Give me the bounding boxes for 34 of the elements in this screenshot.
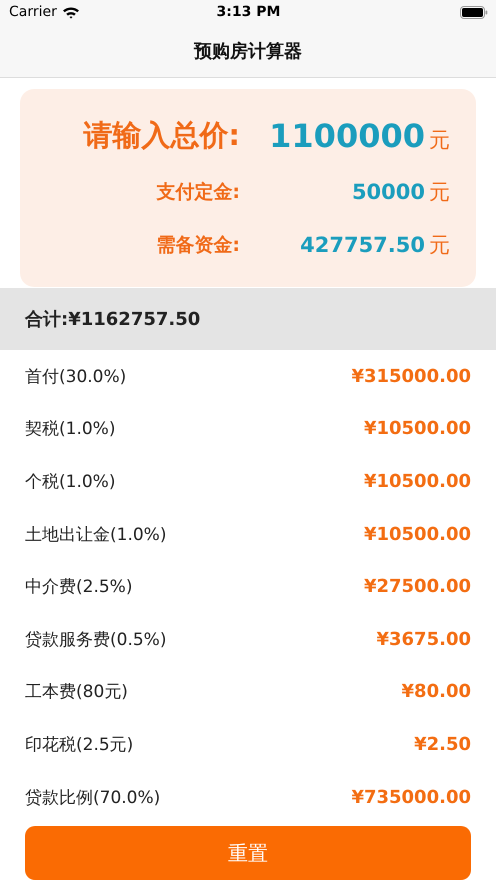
fee-amount: ¥315000.00 — [351, 366, 471, 387]
fee-label: 契税(1.0%) — [25, 418, 116, 440]
total-text: 合计:¥1162757.50 — [25, 308, 200, 331]
screen-title: 预购房计算器 — [194, 40, 302, 62]
unit-label: 元 — [429, 178, 450, 206]
summary-label: 支付定金: — [155, 180, 240, 204]
unit-label: 元 — [429, 232, 450, 258]
summary-value: 50000 — [352, 180, 425, 204]
battery-icon — [460, 6, 488, 18]
summary-label: 请输入总价: — [82, 117, 240, 154]
summary-label: 需备资金: — [155, 232, 240, 258]
fee-amount: ¥3675.00 — [376, 628, 471, 650]
fee-label: 贷款比例(70.0%) — [25, 786, 160, 809]
fee-amount: ¥10500.00 — [364, 470, 471, 492]
unit-label: 元 — [429, 127, 450, 154]
fee-amount: ¥735000.00 — [351, 786, 471, 808]
total-price-input[interactable]: 1100000 — [269, 117, 425, 155]
fee-label: 贷款服务费(0.5%) — [25, 628, 166, 651]
fee-label: 首付(30.0%) — [25, 366, 126, 388]
fee-label: 工本费(80元) — [25, 681, 128, 704]
carrier-label: Carrier — [9, 4, 57, 20]
reset-button[interactable]: 重置 — [25, 826, 471, 880]
fee-label: 土地出让金(1.0%) — [25, 524, 166, 546]
fee-amount: ¥10500.00 — [364, 418, 471, 440]
summary-value: 427757.50 — [300, 232, 425, 256]
fee-label: 印花税(2.5元) — [25, 734, 134, 756]
fee-label: 个税(1.0%) — [25, 470, 116, 493]
fee-amount: ¥27500.00 — [364, 576, 471, 598]
fee-amount: ¥2.50 — [414, 734, 471, 755]
wifi-icon — [62, 6, 80, 18]
clock-time: 3:13 PM — [216, 4, 280, 20]
fee-label: 中介费(2.5%) — [25, 576, 132, 598]
fee-amount: ¥80.00 — [402, 681, 471, 702]
fee-amount: ¥10500.00 — [364, 524, 471, 545]
